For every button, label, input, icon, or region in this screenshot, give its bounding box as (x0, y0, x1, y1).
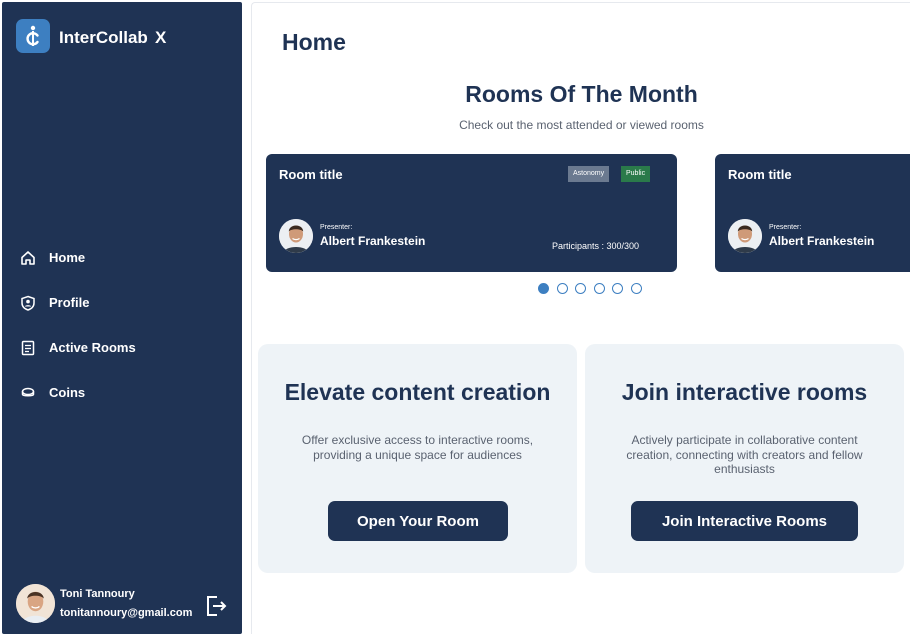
home-icon (20, 250, 36, 266)
logout-icon[interactable] (204, 594, 228, 618)
presenter-name: Albert Frankestein (320, 234, 426, 248)
status-badge: Public (621, 166, 651, 182)
participants-count: Participants : 300/300 (552, 241, 640, 251)
profile-shield-icon (20, 295, 36, 311)
sidebar-item-coins[interactable]: Coins (2, 370, 242, 415)
presenter-avatar (279, 219, 313, 253)
page-title: Home (282, 29, 346, 55)
user-panel: Toni Tannoury tonitannoury@gmail.com (16, 582, 236, 626)
presenter-caption: Presenter: (769, 224, 802, 231)
sidebar-item-profile[interactable]: Profile (2, 280, 242, 325)
promo-title: Join interactive rooms (621, 379, 868, 405)
coins-icon (20, 385, 36, 401)
promo-description: Offer exclusive access to interactive ro… (301, 433, 534, 462)
promo-card-join: Join interactive rooms Actively particip… (585, 344, 904, 573)
presenter-avatar (728, 219, 762, 253)
room-card[interactable]: Room title Presenter: Albert Frankestein (715, 154, 910, 272)
rooms-section-subtitle: Check out the most attended or viewed ro… (459, 118, 704, 132)
promo-description: Actively participate in collaborative co… (626, 433, 863, 476)
avatar[interactable] (16, 584, 55, 623)
logo-icon (16, 19, 50, 53)
sidebar-item-label: Active Rooms (49, 340, 136, 355)
room-title: Room title (728, 167, 792, 182)
room-title: Room title (279, 167, 343, 182)
user-name: Toni Tannoury (60, 588, 135, 600)
open-your-room-button[interactable]: Open Your Room (328, 501, 508, 541)
rooms-section-title: Rooms Of The Month (465, 81, 698, 107)
brand-name: InterCollab (59, 28, 148, 47)
promo-title: Elevate content creation (284, 379, 551, 405)
join-interactive-rooms-button[interactable]: Join Interactive Rooms (631, 501, 858, 541)
topic-tag: Astonomy (568, 166, 610, 182)
carousel-dot[interactable] (575, 283, 587, 294)
promo-card-create: Elevate content creation Offer exclusive… (258, 344, 577, 573)
sidebar: InterCollab X Home Profile Active Rooms (2, 2, 242, 634)
sidebar-nav: Home Profile Active Rooms Coins (2, 235, 242, 415)
carousel-dots (538, 283, 650, 294)
presenter-caption: Presenter: (320, 224, 353, 231)
sidebar-item-active-rooms[interactable]: Active Rooms (2, 325, 242, 370)
user-email: tonitannoury@gmail.com (60, 607, 193, 619)
document-icon (20, 340, 36, 356)
carousel-dot[interactable] (556, 283, 568, 294)
carousel-dot[interactable] (593, 283, 605, 294)
carousel-dot[interactable] (630, 283, 642, 294)
main-content: Home Rooms Of The Month Check out the mo… (251, 2, 910, 634)
room-card[interactable]: Room title Astonomy Public Presenter: Al… (266, 154, 677, 272)
presenter-name: Albert Frankestein (769, 234, 875, 248)
sidebar-item-label: Profile (49, 295, 90, 310)
sidebar-item-label: Coins (49, 385, 86, 400)
carousel-dot[interactable] (538, 283, 549, 294)
carousel-dot[interactable] (612, 283, 624, 294)
close-sidebar-button[interactable]: X (155, 28, 166, 48)
sidebar-item-home[interactable]: Home (2, 235, 242, 280)
sidebar-item-label: Home (49, 250, 86, 265)
app-root: InterCollab X Home Profile Active Rooms (0, 0, 910, 634)
